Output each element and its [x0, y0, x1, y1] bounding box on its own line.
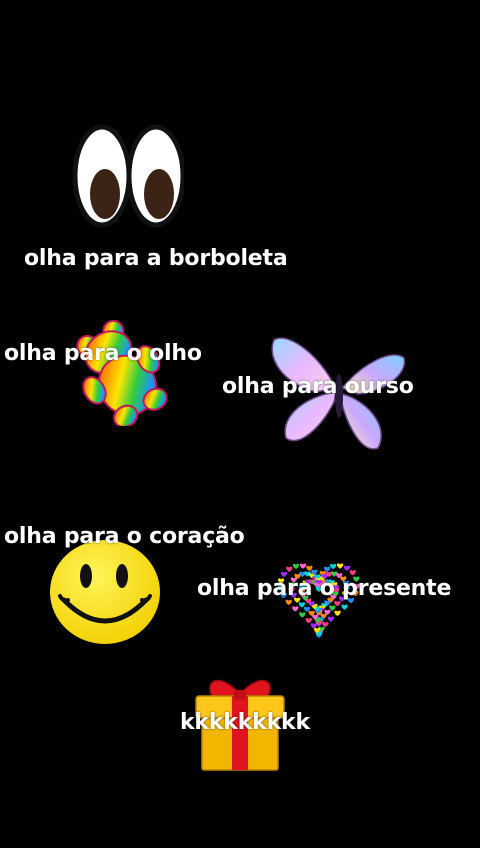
smiley-face-icon [50, 540, 160, 644]
mini-heart-icon [292, 563, 300, 570]
caption-gift: olha para o presente [197, 576, 452, 601]
caption-eye: olha para o olho [4, 341, 202, 366]
caption-laugh: kkkkkkkkk [180, 710, 310, 735]
mini-heart-icon [336, 563, 344, 569]
gummy-bear-icon [76, 319, 168, 426]
mini-heart-icon [334, 600, 341, 607]
mini-heart-icon [343, 565, 351, 571]
mini-heart-icon [341, 604, 348, 610]
caption-heart: olha para o coração [4, 524, 245, 549]
mini-heart-icon [292, 606, 299, 612]
caption-bear: olha para ourso [222, 374, 414, 399]
mini-heart-icon [298, 602, 306, 608]
mini-heart-icon [310, 623, 317, 629]
mini-heart-icon [322, 621, 329, 628]
mini-heart-icon [334, 610, 341, 616]
mini-heart-icon [286, 566, 293, 572]
mini-heart-icon [299, 612, 306, 618]
caption-butterfly: olha para a borboleta [24, 246, 288, 271]
mini-heart-icon [330, 563, 337, 570]
mini-heart-icon [349, 570, 356, 576]
mini-heart-icon [327, 616, 334, 622]
mini-heart-icon [305, 618, 312, 624]
mini-heart-icon [299, 563, 307, 569]
eyes-icon [72, 124, 184, 228]
